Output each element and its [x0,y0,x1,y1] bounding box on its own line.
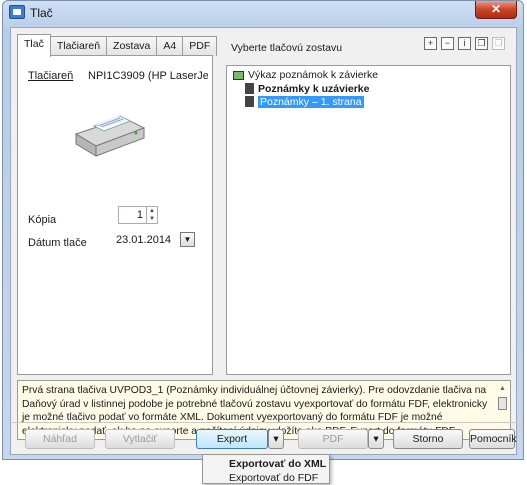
tree-item-root[interactable]: Výkaz poznámok k závierke [233,69,378,82]
app-icon [9,5,25,19]
chevron-down-icon: ▾ [273,433,279,445]
collapse-all-icon[interactable]: − [441,37,454,50]
print-button[interactable]: Vytlačiť [105,429,175,449]
tree-toolbar: + − i ❐ ❐ [424,37,505,50]
tab-a4[interactable]: A4 [156,36,184,56]
document-icon [245,83,254,94]
pdf-dropdown-button[interactable]: ▾ [368,429,384,449]
print-dialog: Tlač ✕ Tlač Tlačiareň Zostava A4 PDF Tla… [2,0,524,460]
info-icon[interactable]: i [458,37,471,50]
dialog-body: Tlač Tlačiareň Zostava A4 PDF Tlačiareň … [10,27,517,455]
copy-icon[interactable]: ❐ [475,37,488,50]
printer-name: NPI1C3909 (HP LaserJet P2C [88,70,208,82]
help-button[interactable]: Pomocník [469,429,517,449]
tree-item-poznamky[interactable]: Poznámky k uzávierke [245,83,369,96]
export-dropdown-button[interactable]: ▾ [268,429,284,449]
window-title: Tlač [30,6,53,20]
title-bar[interactable]: Tlač ✕ [3,1,523,23]
document-icon [245,96,254,107]
chevron-down-icon: ▾ [373,433,379,445]
export-menu: Exportovať do XML Exportovať do FDF [202,454,330,484]
button-bar: Náhľad Vytlačiť Export ▾ PDF ▾ Storno Po… [12,422,517,454]
menu-export-fdf[interactable]: Exportovať do FDF [229,472,318,484]
export-button[interactable]: Export [196,429,268,449]
tab-tlaciaren[interactable]: Tlačiareň [49,36,108,56]
date-dropdown-button[interactable]: ▼ [180,232,195,247]
copies-value: 1 [136,209,143,221]
spin-arrows-icon[interactable]: ▲ ▼ [146,207,157,223]
tab-tlac[interactable]: Tlač [17,34,51,57]
expand-all-icon[interactable]: + [424,37,437,50]
printer-icon [74,115,146,157]
copies-stepper[interactable]: 1 ▲ ▼ [118,206,158,224]
printer-link[interactable]: Tlačiareň [28,70,73,82]
cancel-button[interactable]: Storno [393,429,463,449]
report-tree: Výkaz poznámok k závierke Poznámky k uzá… [226,65,511,375]
tab-zostava[interactable]: Zostava [106,36,158,56]
copy-disabled-icon[interactable]: ❐ [492,37,505,50]
print-date-label: Dátum tlače [28,237,87,249]
tab-strip: Tlač Tlačiareň Zostava A4 PDF [17,34,218,57]
print-settings-panel: Tlačiareň NPI1C3909 (HP LaserJet P2C Kóp… [17,55,213,375]
tab-pdf[interactable]: PDF [182,36,218,56]
tree-item-page1[interactable]: Poznámky – 1. strana [245,96,364,109]
report-select-heading: Vyberte tlačovú zostavu [231,42,343,54]
scroll-thumb[interactable] [498,397,507,410]
print-date-field[interactable]: 23.01.2014 [116,234,171,246]
close-button[interactable]: ✕ [475,1,517,19]
pdf-button[interactable]: PDF [298,429,368,449]
menu-export-xml[interactable]: Exportovať do XML [229,458,326,470]
preview-button[interactable]: Náhľad [25,429,95,449]
book-icon [233,71,244,80]
copies-label: Kópia [28,214,57,226]
